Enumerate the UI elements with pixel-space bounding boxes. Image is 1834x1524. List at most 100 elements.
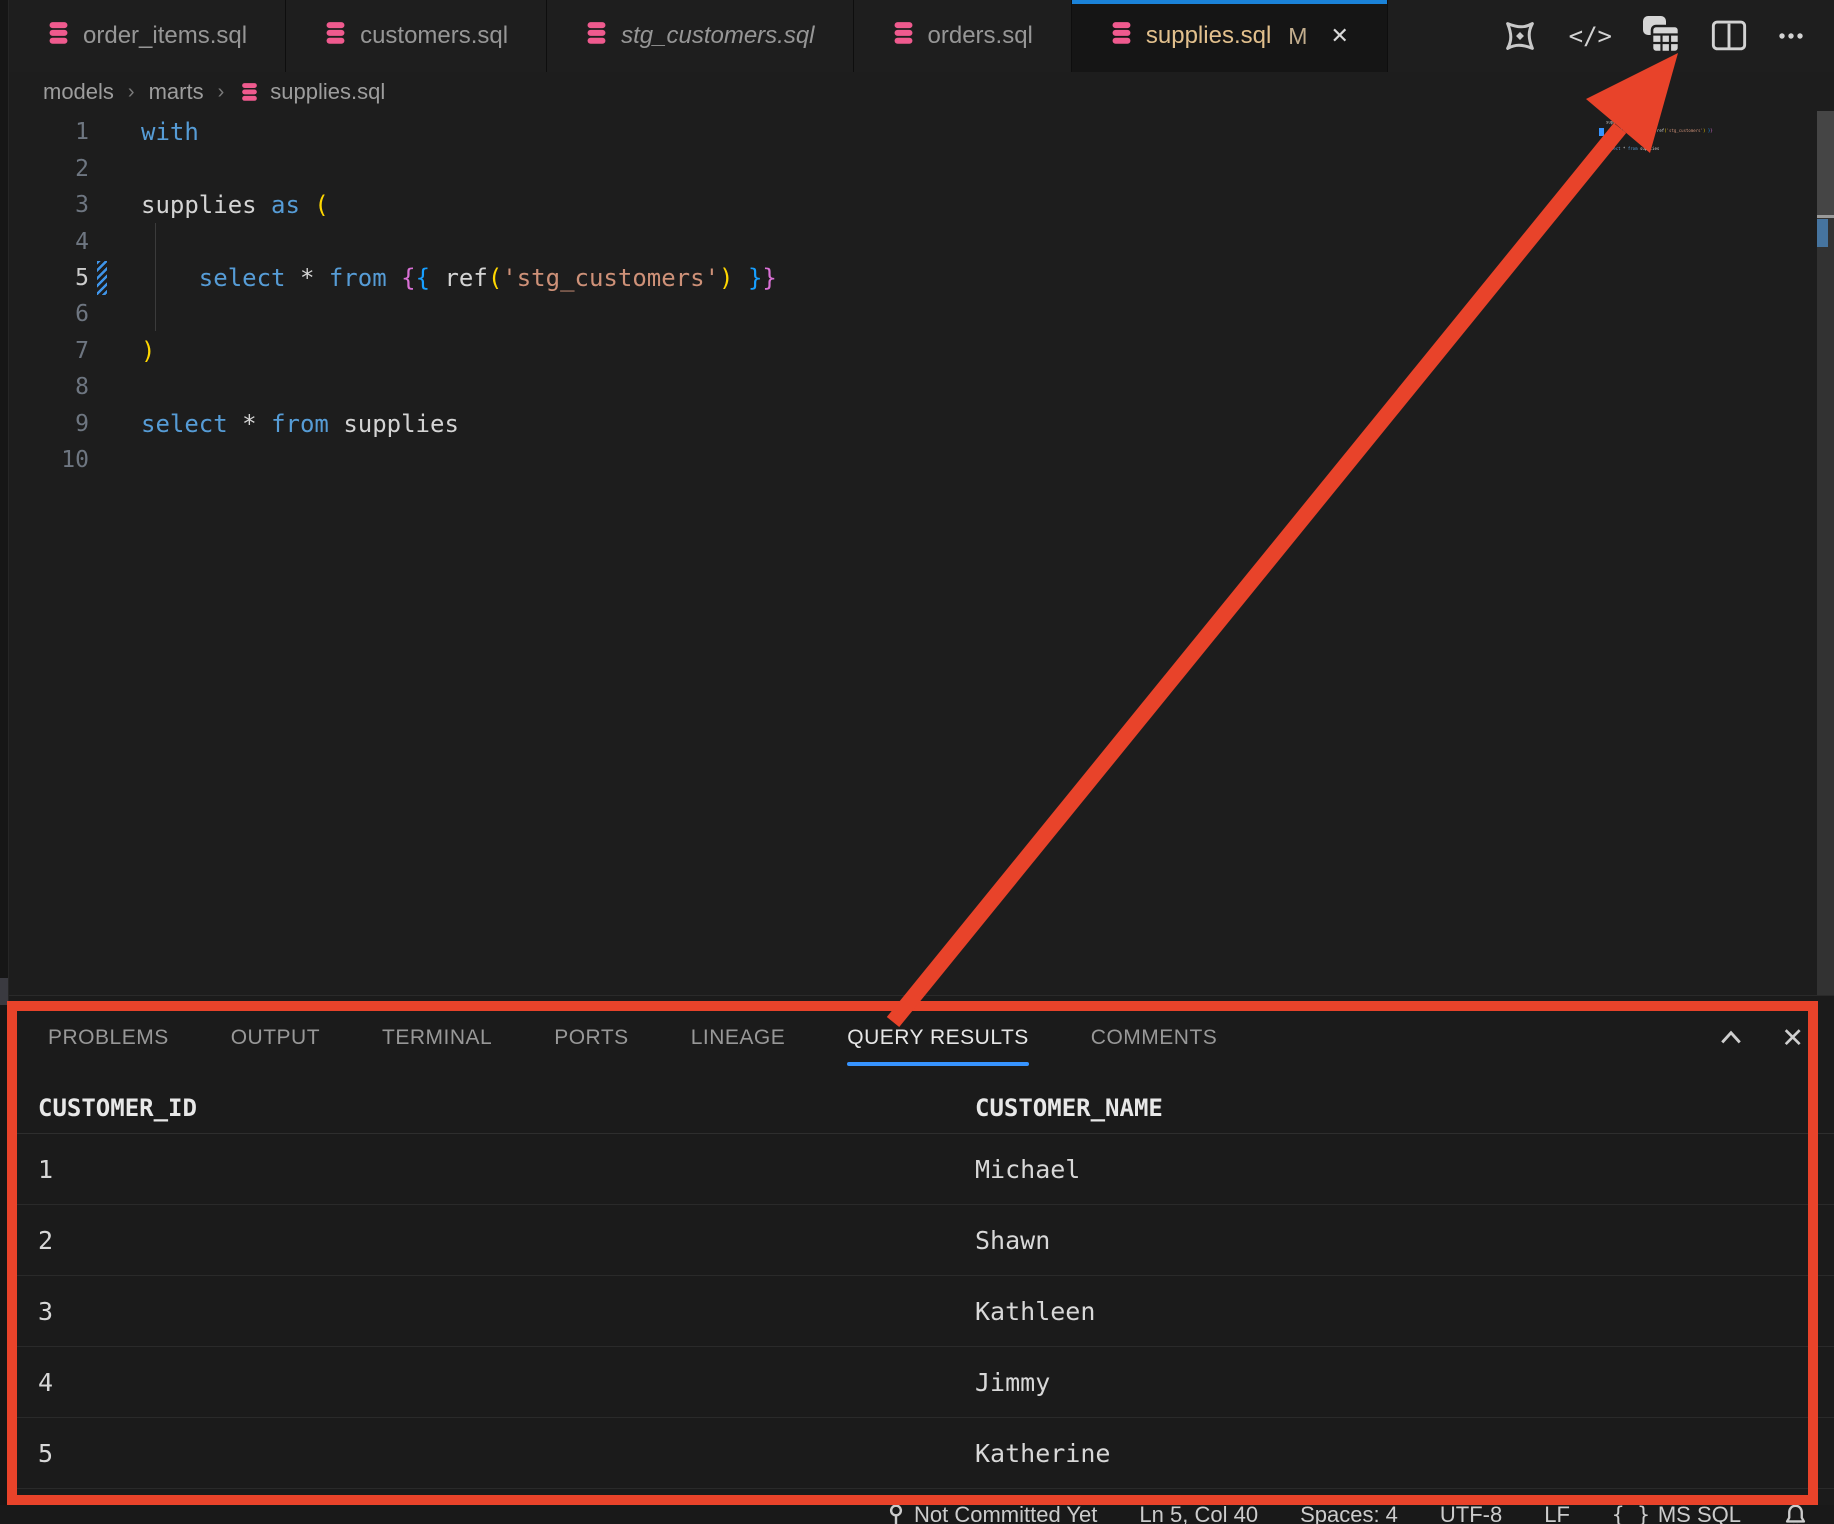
- editor-tab-supplies[interactable]: supplies.sqlM✕: [1072, 0, 1388, 72]
- code-line-5: 5 select * from {{ ref('stg_customers') …: [9, 260, 777, 296]
- status-item-git-status[interactable]: Not Committed Yet: [886, 1502, 1097, 1524]
- code-editor[interactable]: 1 with 2 3 supplies as ( 4 5 select * from {{ …: [9, 111, 1834, 995]
- editor-tab-stg_customers[interactable]: stg_customers.sql: [547, 0, 853, 72]
- dbt-icon[interactable]: [1497, 13, 1543, 59]
- gutter-space: [97, 370, 107, 404]
- tab-label: orders.sql: [928, 22, 1033, 50]
- line-number: 3: [9, 192, 89, 218]
- query-results-icon[interactable]: [1638, 13, 1684, 59]
- line-number: 8: [9, 374, 89, 400]
- database-icon: [1110, 20, 1133, 53]
- breadcrumb-item-supplies[interactable]: supplies.sql: [238, 79, 385, 105]
- panel-tab-problems[interactable]: PROBLEMS: [48, 996, 169, 1080]
- panel-resize-grip[interactable]: [0, 978, 8, 1005]
- panel-tab-comments[interactable]: COMMENTS: [1091, 996, 1218, 1080]
- line-number: 4: [9, 229, 89, 255]
- editor-scrollbar[interactable]: [1817, 111, 1834, 995]
- status-item-eol[interactable]: LF: [1544, 1502, 1570, 1524]
- tab-label: supplies.sql: [1146, 22, 1271, 50]
- query-results-table: CUSTOMER_IDCUSTOMER_NAME1Michael2Shawn3K…: [9, 1082, 1834, 1489]
- code-preview-icon[interactable]: </>: [1569, 22, 1612, 50]
- editor-tab-customers[interactable]: customers.sql: [286, 0, 547, 72]
- editor-actions: </>: [1497, 0, 1834, 72]
- code-line-3: 3 supplies as (: [9, 187, 777, 223]
- status-item-indentation[interactable]: Spaces: 4: [1300, 1502, 1398, 1524]
- code-line-9: 9select * from supplies: [9, 406, 777, 442]
- column-header[interactable]: CUSTOMER_NAME: [975, 1094, 1834, 1122]
- table-cell: 1: [38, 1155, 975, 1184]
- bell-icon: [1783, 1503, 1808, 1524]
- modified-line-indicator: [97, 261, 107, 295]
- table-cell: Shawn: [975, 1226, 1834, 1255]
- tab-label: stg_customers.sql: [621, 22, 814, 50]
- minimap[interactable]: with supplies as ( select * from {{ ref(…: [1606, 111, 1806, 181]
- table-cell: Kathleen: [975, 1297, 1834, 1326]
- panel-tab-terminal[interactable]: TERMINAL: [382, 996, 492, 1080]
- status-item-language-mode[interactable]: { }MS SQL: [1612, 1502, 1741, 1524]
- column-header[interactable]: CUSTOMER_ID: [38, 1094, 975, 1122]
- gutter-space: [97, 188, 107, 222]
- line-number: 2: [9, 156, 89, 182]
- line-number: 7: [9, 338, 89, 364]
- code-line-4: 4: [9, 223, 777, 259]
- editor-tab-order_items[interactable]: order_items.sql: [9, 0, 286, 72]
- vscode-window: order_items.sqlcustomers.sql stg_customer…: [0, 0, 1834, 1524]
- database-icon: [585, 20, 608, 53]
- table-row: 3Kathleen: [9, 1276, 1834, 1347]
- panel-tab-query-results[interactable]: QUERY RESULTS: [847, 996, 1029, 1080]
- indent-guide: [155, 223, 156, 331]
- table-cell: Michael: [975, 1155, 1834, 1184]
- gutter-space: [97, 297, 107, 331]
- table-cell: 2: [38, 1226, 975, 1255]
- scrollbar-slider[interactable]: [1817, 111, 1834, 215]
- status-item-notifications[interactable]: [1783, 1503, 1808, 1524]
- close-icon[interactable]: ✕: [1330, 23, 1348, 49]
- gutter-space: [97, 334, 107, 368]
- database-icon: [240, 81, 259, 102]
- panel-controls: ✕: [1717, 996, 1804, 1080]
- panel-tab-lineage[interactable]: LINEAGE: [691, 996, 786, 1080]
- panel-tab-bar: PROBLEMS OUTPUT TERMINAL PORTS LINEAGE QUERY …: [9, 996, 1834, 1080]
- split-editor-icon[interactable]: [1710, 17, 1748, 55]
- code-text: select * from {{ ref('stg_customers') }}: [141, 264, 777, 292]
- table-row: 4Jimmy: [9, 1347, 1834, 1418]
- line-number: 10: [9, 447, 89, 473]
- database-icon: [324, 20, 347, 53]
- gutter-space: [97, 115, 107, 149]
- database-icon: [892, 20, 915, 53]
- status-item-cursor-position[interactable]: Ln 5, Col 40: [1139, 1502, 1258, 1524]
- code-line-2: 2: [9, 150, 777, 186]
- code-line-10: 10: [9, 442, 777, 478]
- git-commit-icon: [886, 1502, 906, 1524]
- breadcrumb-separator: ›: [218, 81, 225, 104]
- code-text: with: [141, 118, 199, 146]
- table-cell: Katherine: [975, 1439, 1834, 1468]
- line-number: 1: [9, 119, 89, 145]
- braces-icon: { }: [1612, 1503, 1650, 1524]
- code-text: ): [141, 337, 155, 365]
- panel-tab-ports[interactable]: PORTS: [554, 996, 628, 1080]
- breadcrumb: models›marts›supplies.sql: [9, 72, 385, 112]
- gutter-space: [97, 152, 107, 186]
- window-left-edge: [0, 0, 9, 1524]
- breadcrumb-item-models[interactable]: models: [43, 79, 114, 105]
- collapse-panel-icon[interactable]: [1717, 1024, 1745, 1052]
- gutter-space: [97, 225, 107, 259]
- code-line-1: 1 with: [9, 114, 777, 150]
- close-panel-icon[interactable]: ✕: [1781, 1023, 1804, 1054]
- editor-tab-orders[interactable]: orders.sql: [854, 0, 1072, 72]
- scrollbar-modified-decoration: [1817, 219, 1828, 247]
- code-line-6: 6: [9, 296, 777, 332]
- table-row: 2Shawn: [9, 1205, 1834, 1276]
- breadcrumb-item-marts[interactable]: marts: [149, 79, 204, 105]
- gutter-space: [97, 407, 107, 441]
- code-text: supplies as (: [141, 191, 329, 219]
- gutter-space: [97, 443, 107, 477]
- scrollbar-separator: [1817, 215, 1834, 218]
- editor-tab-bar: order_items.sqlcustomers.sql stg_customer…: [9, 0, 1834, 72]
- code-line-8: 8: [9, 369, 777, 405]
- more-actions-icon[interactable]: [1774, 19, 1808, 53]
- table-header-row: CUSTOMER_IDCUSTOMER_NAME: [9, 1082, 1834, 1134]
- panel-tab-output[interactable]: OUTPUT: [231, 996, 320, 1080]
- status-item-encoding[interactable]: UTF-8: [1440, 1502, 1502, 1524]
